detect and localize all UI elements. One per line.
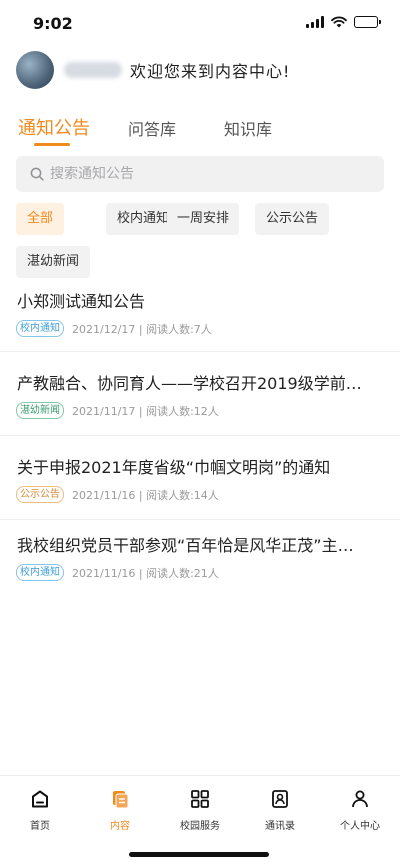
cellular-signal-icon — [306, 16, 324, 28]
category-tag: 校内通知 — [16, 564, 64, 581]
home-indicator — [129, 852, 269, 857]
nav-item-content[interactable]: 内容 — [85, 788, 155, 832]
category-tag: 校内通知 — [16, 320, 64, 337]
welcome-text: 欢迎您来到内容中心! — [130, 62, 291, 81]
battery-icon — [354, 16, 381, 28]
list-item[interactable]: 产教融合、协同育人——学校召开2019级学前… 湛幼新闻 2021/11/17 … — [0, 362, 400, 436]
search-input[interactable] — [50, 166, 330, 182]
nav-item-contacts[interactable]: 通讯录 — [245, 788, 315, 832]
notice-title: 小郑测试通知公告 — [17, 292, 146, 311]
avatar[interactable] — [16, 51, 54, 89]
tab-qa[interactable]: 问答库 — [128, 116, 176, 140]
grid-icon — [191, 790, 209, 808]
content-icon — [113, 791, 129, 809]
nav-item-profile[interactable]: 个人中心 — [325, 788, 395, 832]
notice-title: 我校组织党员干部参观“百年恰是风华正茂”主… — [17, 536, 354, 555]
notice-title: 产教融合、协同育人——学校召开2019级学前… — [17, 374, 362, 393]
status-time: 9:02 — [33, 14, 73, 33]
tab-knowledge[interactable]: 知识库 — [224, 116, 272, 140]
home-icon — [32, 790, 48, 808]
contacts-icon — [272, 790, 288, 808]
nav-label-profile: 个人中心 — [340, 821, 380, 832]
tab-notices[interactable]: 通知公告 — [18, 114, 90, 140]
bottom-nav: 首页 内容 校园服务 通讯录 个人中心 — [0, 775, 400, 865]
wifi-icon — [331, 16, 347, 28]
content-tabs: 通知公告 问答库 知识库 — [0, 112, 400, 148]
search-icon — [30, 167, 44, 181]
user-name-blurred — [64, 62, 122, 78]
search-bar[interactable] — [16, 156, 384, 192]
profile-icon — [352, 790, 368, 808]
status-bar: 9:02 — [0, 0, 400, 46]
nav-label-campus-services: 校园服务 — [180, 821, 220, 832]
nav-label-home: 首页 — [30, 821, 50, 832]
active-tab-indicator — [34, 143, 70, 146]
notice-meta: 2021/11/16 | 阅读人数:14人 — [72, 488, 219, 502]
list-item[interactable]: 我校组织党员干部参观“百年恰是风华正茂”主… 校内通知 2021/11/16 |… — [0, 524, 400, 596]
filter-chip-all[interactable]: 全部 — [16, 203, 65, 235]
nav-item-home[interactable]: 首页 — [5, 788, 75, 832]
status-icons — [306, 16, 381, 28]
filter-chip-weekly-schedule[interactable]: 一周安排 — [167, 203, 240, 235]
category-tag: 湛幼新闻 — [16, 402, 64, 419]
filter-chip-school-news[interactable]: 湛幼新闻 — [16, 246, 91, 278]
notice-meta: 2021/11/17 | 阅读人数:12人 — [72, 404, 219, 418]
user-header: 欢迎您来到内容中心! — [16, 50, 384, 90]
list-item[interactable]: 小郑测试通知公告 校内通知 2021/12/17 | 阅读人数:7人 — [0, 280, 400, 352]
nav-item-campus-services[interactable]: 校园服务 — [165, 788, 235, 832]
nav-label-contacts: 通讯录 — [265, 821, 295, 832]
filter-chip-public-announcement[interactable]: 公示公告 — [255, 203, 330, 235]
nav-label-content: 内容 — [110, 821, 130, 832]
category-tag: 公示公告 — [16, 486, 64, 503]
notice-meta: 2021/11/16 | 阅读人数:21人 — [72, 566, 219, 580]
notice-title: 关于申报2021年度省级“巾帼文明岗”的通知 — [17, 458, 331, 477]
notice-meta: 2021/12/17 | 阅读人数:7人 — [72, 322, 212, 336]
list-item[interactable]: 关于申报2021年度省级“巾帼文明岗”的通知 公示公告 2021/11/16 |… — [0, 446, 400, 520]
